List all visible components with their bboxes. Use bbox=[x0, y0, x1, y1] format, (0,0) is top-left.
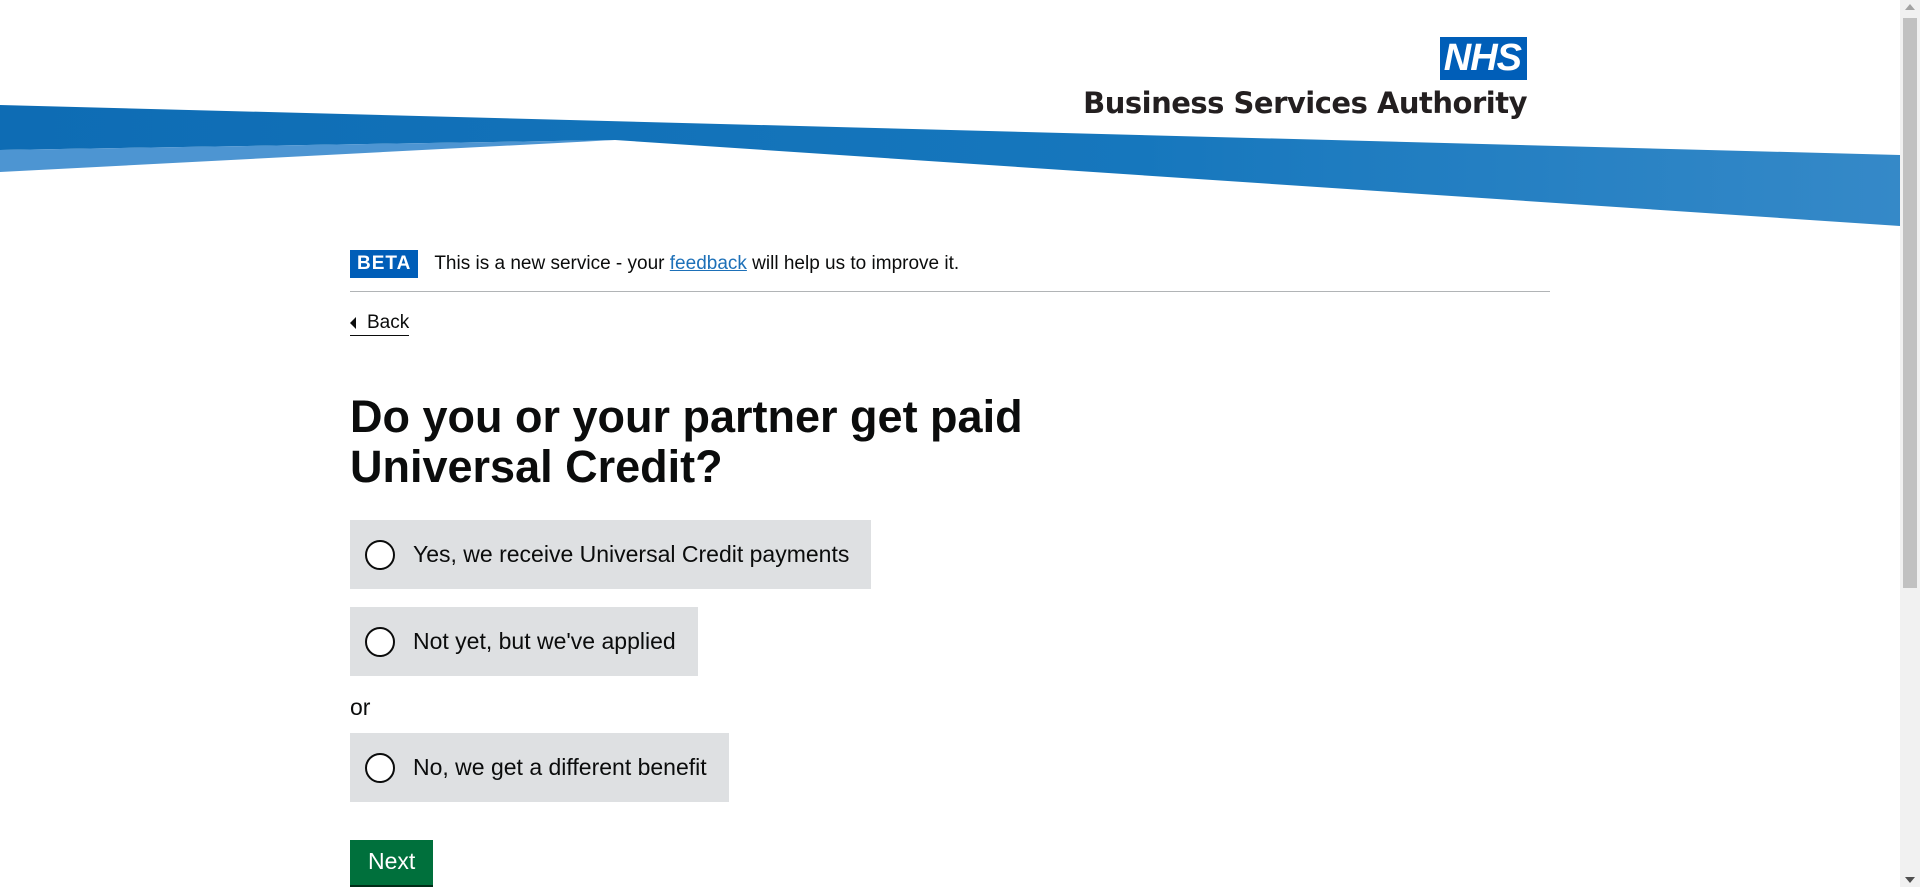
next-button[interactable]: Next bbox=[350, 840, 434, 885]
feedback-link[interactable]: feedback bbox=[670, 253, 747, 274]
radio-label: No, we get a different benefit bbox=[413, 754, 707, 780]
vertical-scrollbar[interactable] bbox=[1900, 0, 1920, 887]
radio-option-different-benefit[interactable]: No, we get a different benefit bbox=[350, 733, 729, 802]
radio-option-applied[interactable]: Not yet, but we've applied bbox=[350, 607, 698, 676]
radio-option-yes[interactable]: Yes, we receive Universal Credit payment… bbox=[350, 520, 872, 589]
back-link-label: Back bbox=[367, 312, 410, 333]
radio-group: Yes, we receive Universal Credit payment… bbox=[350, 520, 1550, 802]
phase-text-before: This is a new service - your bbox=[434, 253, 670, 274]
header-swoosh bbox=[0, 105, 1900, 226]
scrollbar-thumb[interactable] bbox=[1903, 18, 1917, 588]
triangle-left-icon bbox=[350, 317, 356, 329]
phase-text-after: will help us to improve it. bbox=[746, 253, 960, 274]
page: NHS Business Services Authority BETA Thi… bbox=[0, 0, 1920, 887]
phase-banner: BETA This is a new service - your feedba… bbox=[350, 250, 1550, 292]
radio-button[interactable] bbox=[365, 752, 395, 783]
beta-tag: BETA bbox=[350, 250, 419, 278]
scroll-up-arrow-icon[interactable] bbox=[1905, 4, 1915, 10]
header: NHS Business Services Authority bbox=[0, 0, 1900, 230]
radio-label: Not yet, but we've applied bbox=[413, 628, 676, 654]
nhs-bsa-logo[interactable]: NHS Business Services Authority bbox=[1083, 37, 1527, 120]
option-row: Yes, we receive Universal Credit payment… bbox=[350, 520, 1550, 589]
phase-banner-text: This is a new service - your feedback wi… bbox=[434, 253, 959, 275]
page-title: Do you or your partner get paid Universa… bbox=[350, 391, 1023, 492]
main-content: BETA This is a new service - your feedba… bbox=[350, 250, 1550, 885]
option-row: No, we get a different benefit bbox=[350, 733, 1550, 802]
radio-button[interactable] bbox=[365, 539, 395, 570]
option-row: Not yet, but we've applied bbox=[350, 607, 1550, 676]
radio-button[interactable] bbox=[365, 626, 395, 657]
organisation-name: Business Services Authority bbox=[1083, 86, 1527, 120]
radio-label: Yes, we receive Universal Credit payment… bbox=[413, 541, 850, 567]
back-link[interactable]: Back bbox=[350, 312, 410, 336]
or-divider: or bbox=[350, 694, 371, 720]
scroll-down-arrow-icon[interactable] bbox=[1905, 877, 1915, 883]
nhs-logo-mark: NHS bbox=[1439, 37, 1527, 80]
